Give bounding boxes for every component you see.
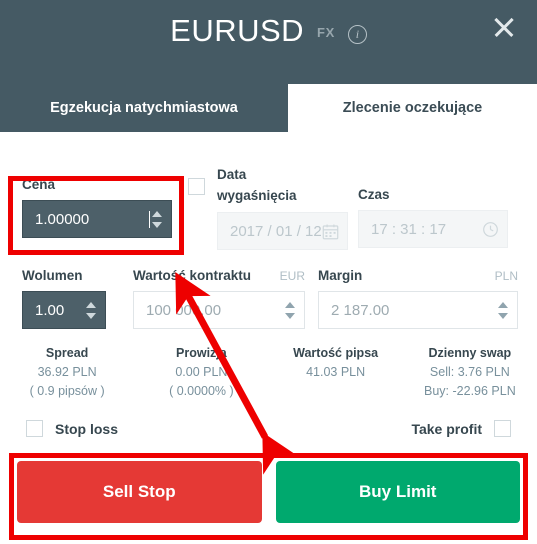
price-stepper[interactable] bbox=[150, 210, 163, 228]
expiry-time-group: Czas 17 : 31 : 17 bbox=[358, 186, 518, 248]
take-profit-checkbox[interactable] bbox=[494, 420, 511, 437]
expiry-time-input[interactable]: 17 : 31 : 17 bbox=[358, 210, 508, 248]
margin-stepper[interactable] bbox=[496, 301, 509, 319]
expiry-date-group: Data wygaśnięcia 2017 / 01 / 12 bbox=[188, 164, 348, 250]
volume-value: 1.00 bbox=[35, 301, 65, 319]
price-value: 1.00000 bbox=[35, 210, 90, 228]
margin-value: 2 187.00 bbox=[331, 301, 390, 319]
stat-spread: Spread 36.92 PLN ( 0.9 pipsów ) bbox=[29, 346, 105, 398]
contract-value-label-row: Wartość kontraktu EUR bbox=[133, 267, 305, 285]
tab-instant-execution[interactable]: Egzekucja natychmiastowa bbox=[0, 84, 288, 132]
order-type-tabs: Egzekucja natychmiastowa Zlecenie oczeku… bbox=[0, 84, 537, 132]
expiry-time-value: 17 : 31 : 17 bbox=[371, 220, 447, 238]
contract-value-field-group: Wartość kontraktu EUR 100 000.00 bbox=[133, 267, 305, 329]
contract-value-label: Wartość kontraktu bbox=[133, 268, 252, 283]
fx-badge: FX bbox=[317, 25, 335, 40]
volume-margin-row: Wolumen 1.00 Wartość kontraktu EUR 100 0… bbox=[0, 267, 537, 329]
volume-input[interactable]: 1.00 bbox=[22, 291, 106, 329]
expiry-label: Data wygaśnięcia bbox=[217, 167, 297, 203]
expiry-header: Data wygaśnięcia bbox=[188, 164, 348, 206]
contract-value-value: 100 000.00 bbox=[146, 301, 222, 319]
contract-value-unit: EUR bbox=[279, 269, 305, 283]
take-profit-group[interactable]: Take profit bbox=[411, 420, 511, 437]
take-profit-label: Take profit bbox=[411, 420, 482, 437]
stat-commission: Prowizja 0.00 PLN ( 0.0000% ) bbox=[169, 346, 234, 398]
expiry-date-value: 2017 / 01 / 12 bbox=[230, 222, 322, 240]
contract-value-input[interactable]: 100 000.00 bbox=[133, 291, 305, 329]
dialog-body: Cena 1.00000 Data wygaśnięcia 2017 / 01 … bbox=[0, 132, 537, 544]
volume-label: Wolumen bbox=[22, 268, 83, 283]
volume-stepper[interactable] bbox=[84, 301, 97, 319]
margin-unit: PLN bbox=[494, 269, 518, 283]
sl-tp-row: Stop loss Take profit bbox=[0, 420, 537, 450]
stop-loss-group[interactable]: Stop loss bbox=[26, 420, 118, 437]
header-title-group: EURUSD FX i bbox=[0, 13, 537, 49]
price-expiry-row: Cena 1.00000 Data wygaśnięcia 2017 / 01 … bbox=[0, 164, 537, 274]
price-input[interactable]: 1.00000 bbox=[22, 200, 172, 238]
contract-value-stepper[interactable] bbox=[283, 301, 296, 319]
order-ticket-dialog: EURUSD FX i Egzekucja natychmiastowa Zle… bbox=[0, 0, 537, 544]
price-field-group: Cena 1.00000 bbox=[22, 176, 172, 238]
expiry-checkbox[interactable] bbox=[188, 178, 205, 195]
margin-label: Margin bbox=[318, 268, 363, 283]
stat-pip-value: Wartość pipsa 41.03 PLN bbox=[293, 346, 379, 379]
dialog-header: EURUSD FX i bbox=[0, 0, 537, 84]
margin-input[interactable]: 2 187.00 bbox=[318, 291, 518, 329]
margin-field-group: Margin PLN 2 187.00 bbox=[318, 267, 518, 329]
instrument-symbol: EURUSD bbox=[170, 13, 305, 48]
close-icon[interactable] bbox=[487, 10, 521, 44]
expiry-date-input[interactable]: 2017 / 01 / 12 bbox=[217, 212, 348, 250]
order-statistics-row: Spread 36.92 PLN ( 0.9 pipsów ) Prowizja… bbox=[0, 344, 537, 401]
clock-icon[interactable] bbox=[482, 221, 499, 238]
order-action-buttons: Sell Stop Buy Limit bbox=[17, 461, 520, 523]
margin-label-row: Margin PLN bbox=[318, 267, 518, 285]
time-label: Czas bbox=[358, 187, 390, 202]
volume-field-group: Wolumen 1.00 bbox=[22, 267, 122, 329]
stop-loss-checkbox[interactable] bbox=[26, 420, 43, 437]
price-label: Cena bbox=[22, 177, 56, 192]
buy-limit-button[interactable]: Buy Limit bbox=[275, 461, 520, 523]
stat-daily-swap: Dzienny swap Sell: 3.76 PLN Buy: -22.96 … bbox=[424, 346, 516, 398]
tab-pending-order[interactable]: Zlecenie oczekujące bbox=[288, 84, 537, 132]
calendar-icon[interactable] bbox=[322, 223, 339, 240]
stop-loss-label: Stop loss bbox=[55, 420, 119, 437]
sell-stop-button[interactable]: Sell Stop bbox=[17, 461, 262, 523]
info-circle-icon[interactable]: i bbox=[347, 24, 367, 44]
